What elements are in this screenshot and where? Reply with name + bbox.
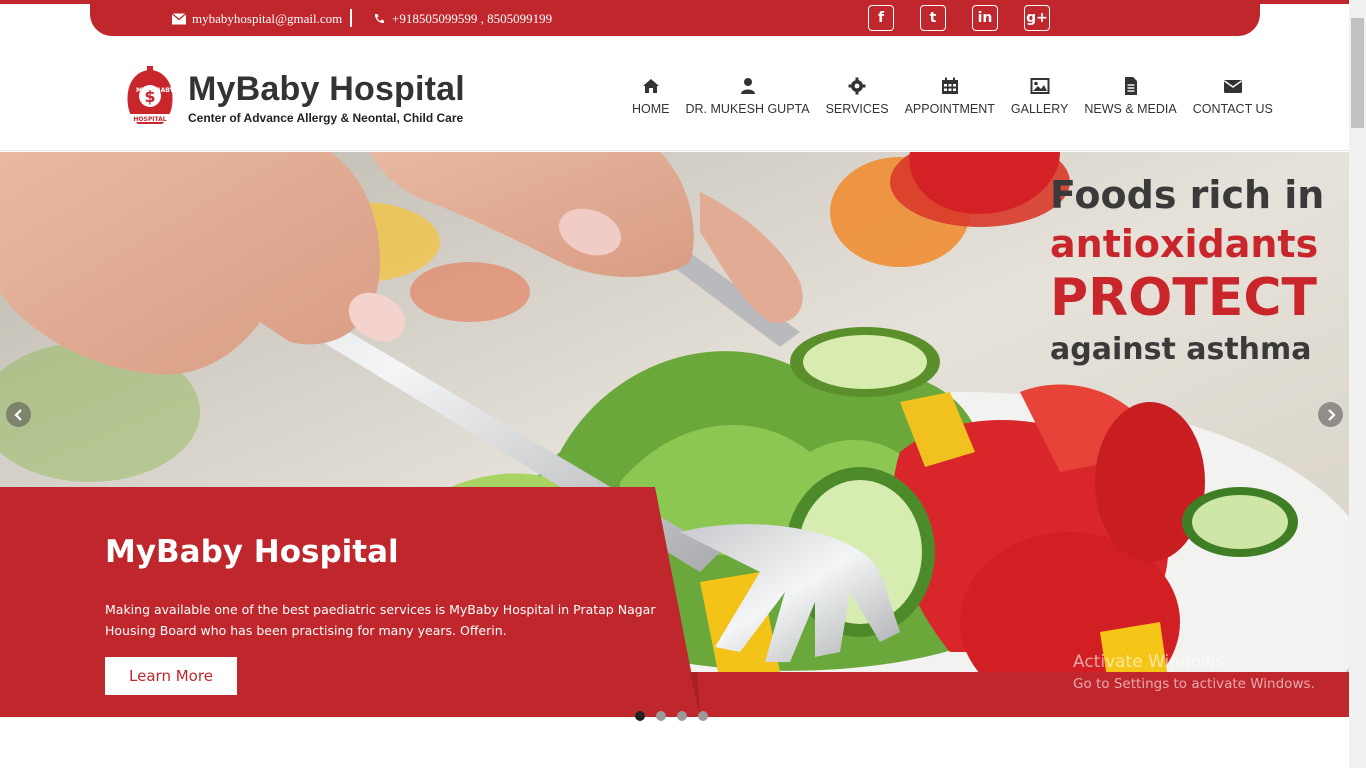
home-icon bbox=[642, 79, 659, 93]
windows-activation-watermark: Activate Windows Go to Settings to activ… bbox=[1073, 652, 1315, 692]
envelope-icon bbox=[172, 13, 186, 25]
slide-indicator-3[interactable] bbox=[677, 711, 687, 721]
user-icon bbox=[740, 78, 755, 94]
scrollbar-thumb[interactable] bbox=[1351, 18, 1364, 128]
brand-tagline: Center of Advance Allergy & Neontal, Chi… bbox=[188, 111, 464, 125]
slide-caption-text: Making available one of the best paediat… bbox=[105, 602, 656, 638]
document-icon bbox=[1124, 77, 1137, 95]
divider bbox=[350, 9, 352, 27]
phone-text: +918505099599 , 8505099199 bbox=[392, 11, 553, 26]
chevron-left-icon bbox=[13, 408, 22, 421]
promo-headline: Foods rich in antioxidants PROTECT again… bbox=[1050, 170, 1324, 372]
headline-line-1: Foods rich in bbox=[1050, 173, 1325, 217]
slide-caption-title: MyBaby Hospital bbox=[105, 534, 399, 570]
nav-doctor[interactable]: DR. MUKESH GUPTA bbox=[678, 76, 818, 116]
svg-text:HOSPITAL: HOSPITAL bbox=[133, 116, 166, 123]
slider-prev-button[interactable] bbox=[6, 402, 31, 427]
google-plus-icon[interactable]: g+ bbox=[1024, 5, 1050, 31]
nav-label: CONTACT US bbox=[1192, 102, 1273, 116]
nav-label: NEWS & MEDIA bbox=[1084, 102, 1177, 116]
learn-more-button[interactable]: Learn More bbox=[105, 657, 237, 695]
contact-bar: mybabyhospital@gmail.com +918505099599 ,… bbox=[90, 0, 1260, 36]
phone-icon bbox=[374, 14, 384, 24]
brand-block[interactable]: MyBaby Hospital Center of Advance Allerg… bbox=[188, 70, 465, 125]
image-icon bbox=[1030, 78, 1050, 94]
brand-name: MyBaby Hospital bbox=[188, 70, 465, 108]
nav-label: DR. MUKESH GUPTA bbox=[685, 102, 810, 116]
slider-indicators bbox=[635, 711, 708, 721]
slider-next-button[interactable] bbox=[1318, 402, 1343, 427]
headline-line-3: PROTECT bbox=[1050, 268, 1317, 328]
nav-services[interactable]: SERVICES bbox=[818, 76, 897, 116]
phone-contact[interactable]: +918505099599 , 8505099199 bbox=[372, 11, 552, 27]
hospital-logo[interactable]: $ MY BABY HOSPITAL bbox=[124, 66, 176, 128]
hero-slider[interactable]: Foods rich in antioxidants PROTECT again… bbox=[0, 152, 1349, 717]
headline-line-4: against asthma bbox=[1050, 332, 1312, 367]
gear-icon bbox=[848, 77, 866, 95]
watermark-subtitle: Go to Settings to activate Windows. bbox=[1073, 676, 1315, 692]
main-nav: HOME DR. MUKESH GUPTA SERVICES APPOINTME… bbox=[624, 76, 1281, 116]
slide-indicator-4[interactable] bbox=[698, 711, 708, 721]
nav-contact[interactable]: CONTACT US bbox=[1185, 76, 1281, 116]
nav-gallery[interactable]: GALLERY bbox=[1003, 76, 1076, 116]
email-contact[interactable]: mybabyhospital@gmail.com bbox=[172, 11, 342, 27]
social-links: f t in g+ bbox=[868, 5, 1050, 31]
svg-text:MY: MY bbox=[136, 87, 147, 94]
nav-label: SERVICES bbox=[825, 102, 889, 116]
page-scrollbar[interactable] bbox=[1349, 0, 1366, 768]
nav-label: HOME bbox=[632, 102, 670, 116]
nav-home[interactable]: HOME bbox=[624, 76, 678, 116]
email-text: mybabyhospital@gmail.com bbox=[192, 11, 343, 26]
nav-appointment[interactable]: APPOINTMENT bbox=[897, 76, 1003, 116]
slide-indicator-2[interactable] bbox=[656, 711, 666, 721]
linkedin-icon[interactable]: in bbox=[972, 5, 998, 31]
headline-line-2: antioxidants bbox=[1050, 222, 1319, 266]
facebook-icon[interactable]: f bbox=[868, 5, 894, 31]
site-header: $ MY BABY HOSPITAL MyBaby Hospital Cente… bbox=[0, 36, 1349, 151]
nav-news-media[interactable]: NEWS & MEDIA bbox=[1076, 76, 1184, 116]
svg-text:BABY: BABY bbox=[156, 87, 174, 94]
chevron-right-icon bbox=[1327, 408, 1336, 421]
watermark-title: Activate Windows bbox=[1073, 652, 1224, 672]
nav-label: APPOINTMENT bbox=[904, 102, 995, 116]
envelope-icon bbox=[1223, 80, 1242, 93]
calendar-icon bbox=[941, 77, 958, 94]
slide-indicator-1[interactable] bbox=[635, 711, 645, 721]
twitter-icon[interactable]: t bbox=[920, 5, 946, 31]
nav-label: GALLERY bbox=[1010, 102, 1069, 116]
